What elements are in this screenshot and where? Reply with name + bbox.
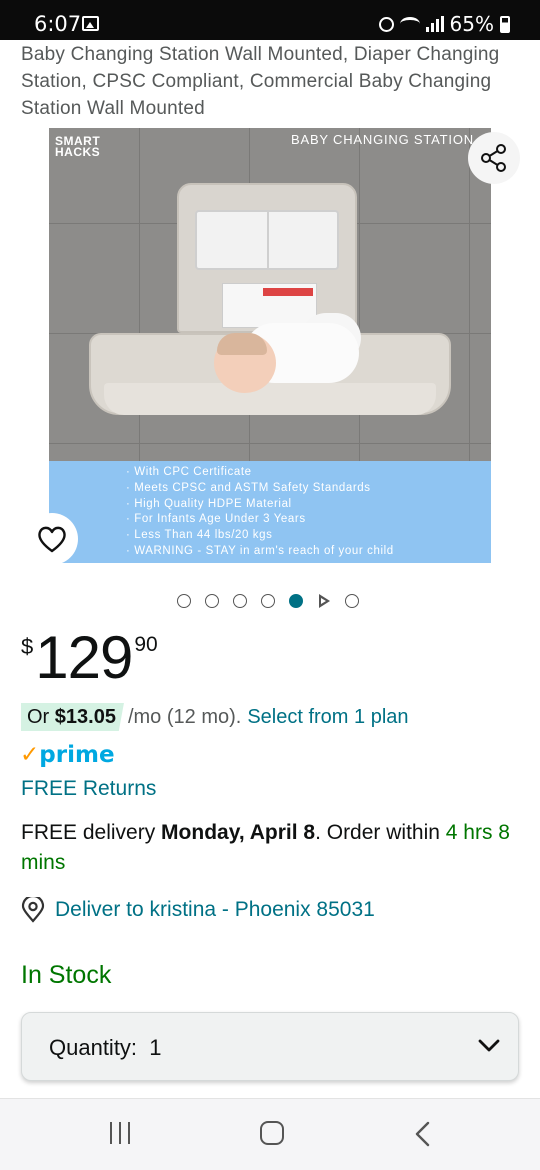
features-panel: With CPC Certificate Meets CPSC and ASTM… bbox=[49, 461, 491, 563]
share-button[interactable] bbox=[468, 132, 520, 184]
share-icon bbox=[481, 144, 506, 172]
installment-term: /mo (12 mo). bbox=[127, 706, 242, 728]
battery-icon bbox=[500, 15, 510, 33]
pagination-dot[interactable] bbox=[233, 594, 247, 608]
installment-offer: Or $13.05 /mo (12 mo). Select from 1 pla… bbox=[21, 703, 409, 731]
free-returns-link[interactable]: FREE Returns bbox=[21, 777, 156, 801]
product-title: Baby Changing Station Wall Mounted, Diap… bbox=[21, 44, 500, 119]
product-image[interactable]: SMART HACKS BABY CHANGING STATION With C… bbox=[49, 128, 491, 563]
delivery-date: Monday, April 8 bbox=[161, 821, 316, 844]
baby-hair bbox=[217, 333, 267, 355]
delivery-info: FREE delivery Monday, April 8. Order wit… bbox=[21, 818, 511, 878]
feature-item: WARNING - STAY in arm's reach of your ch… bbox=[126, 544, 394, 560]
image-pagination bbox=[177, 594, 359, 608]
alarm-icon bbox=[378, 16, 394, 32]
status-icons: 65% bbox=[378, 12, 510, 36]
select-plan-link[interactable]: Select from 1 plan bbox=[247, 703, 408, 731]
quantity-label: Quantity: 1 bbox=[49, 1035, 162, 1061]
back-button[interactable] bbox=[414, 1121, 432, 1147]
pagination-dot[interactable] bbox=[261, 594, 275, 608]
changing-tray-lip bbox=[104, 383, 436, 415]
stock-status: In Stock bbox=[21, 961, 112, 989]
location-pin-icon bbox=[21, 897, 45, 923]
prime-check-icon: ✓ bbox=[20, 742, 40, 768]
feature-item: Meets CPSC and ASTM Safety Standards bbox=[126, 481, 394, 497]
feature-item: For Infants Age Under 3 Years bbox=[126, 512, 394, 528]
system-nav-bar bbox=[0, 1098, 540, 1170]
prime-logo: ✓prime bbox=[20, 742, 115, 768]
wifi-icon bbox=[399, 17, 420, 31]
image-heading: BABY CHANGING STATION bbox=[291, 132, 474, 147]
installment-amount: $13.05 bbox=[54, 706, 116, 728]
quantity-select[interactable]: Quantity: 1 bbox=[21, 1012, 519, 1081]
prime-label: prime bbox=[39, 742, 115, 768]
deliver-to-link[interactable]: Deliver to kristina - Phoenix 85031 bbox=[21, 897, 375, 923]
feature-list: With CPC Certificate Meets CPSC and ASTM… bbox=[126, 465, 394, 560]
installment-prefix: Or bbox=[27, 706, 55, 728]
liner-dispenser bbox=[195, 210, 339, 270]
chevron-down-icon bbox=[478, 1039, 500, 1052]
home-button[interactable] bbox=[260, 1121, 284, 1145]
pagination-dot-active[interactable] bbox=[289, 594, 303, 608]
wishlist-button[interactable] bbox=[26, 513, 78, 565]
quantity-label-text: Quantity: bbox=[49, 1035, 138, 1060]
deliver-to-text: Deliver to kristina - Phoenix 85031 bbox=[55, 898, 375, 921]
delivery-middle: . Order within bbox=[315, 821, 446, 844]
brand-logo: SMART HACKS bbox=[55, 134, 101, 159]
status-time: 6:07 bbox=[34, 12, 82, 36]
recent-apps-button[interactable] bbox=[110, 1122, 130, 1144]
battery-percent: 65% bbox=[449, 12, 494, 36]
feature-item: High Quality HDPE Material bbox=[126, 497, 394, 513]
signal-icon bbox=[425, 16, 444, 32]
pagination-dot[interactable] bbox=[205, 594, 219, 608]
delivery-prefix: FREE delivery bbox=[21, 821, 162, 844]
price-symbol: $ bbox=[21, 634, 34, 659]
pagination-dot[interactable] bbox=[345, 594, 359, 608]
price-fraction: 90 bbox=[134, 633, 158, 656]
feature-item: Less Than 44 lbs/20 kgs bbox=[126, 528, 394, 544]
status-bar: 6:07 65% bbox=[0, 0, 540, 40]
price: $ 129 90 bbox=[21, 622, 158, 694]
pagination-dot[interactable] bbox=[177, 594, 191, 608]
quantity-value: 1 bbox=[149, 1035, 162, 1060]
installment-badge: Or $13.05 bbox=[21, 703, 124, 731]
heart-icon bbox=[38, 526, 66, 553]
price-whole: 129 bbox=[35, 624, 133, 691]
warning-label bbox=[222, 283, 317, 328]
feature-item: With CPC Certificate bbox=[126, 465, 394, 481]
gallery-icon bbox=[82, 16, 99, 31]
video-play-icon[interactable] bbox=[317, 594, 331, 608]
